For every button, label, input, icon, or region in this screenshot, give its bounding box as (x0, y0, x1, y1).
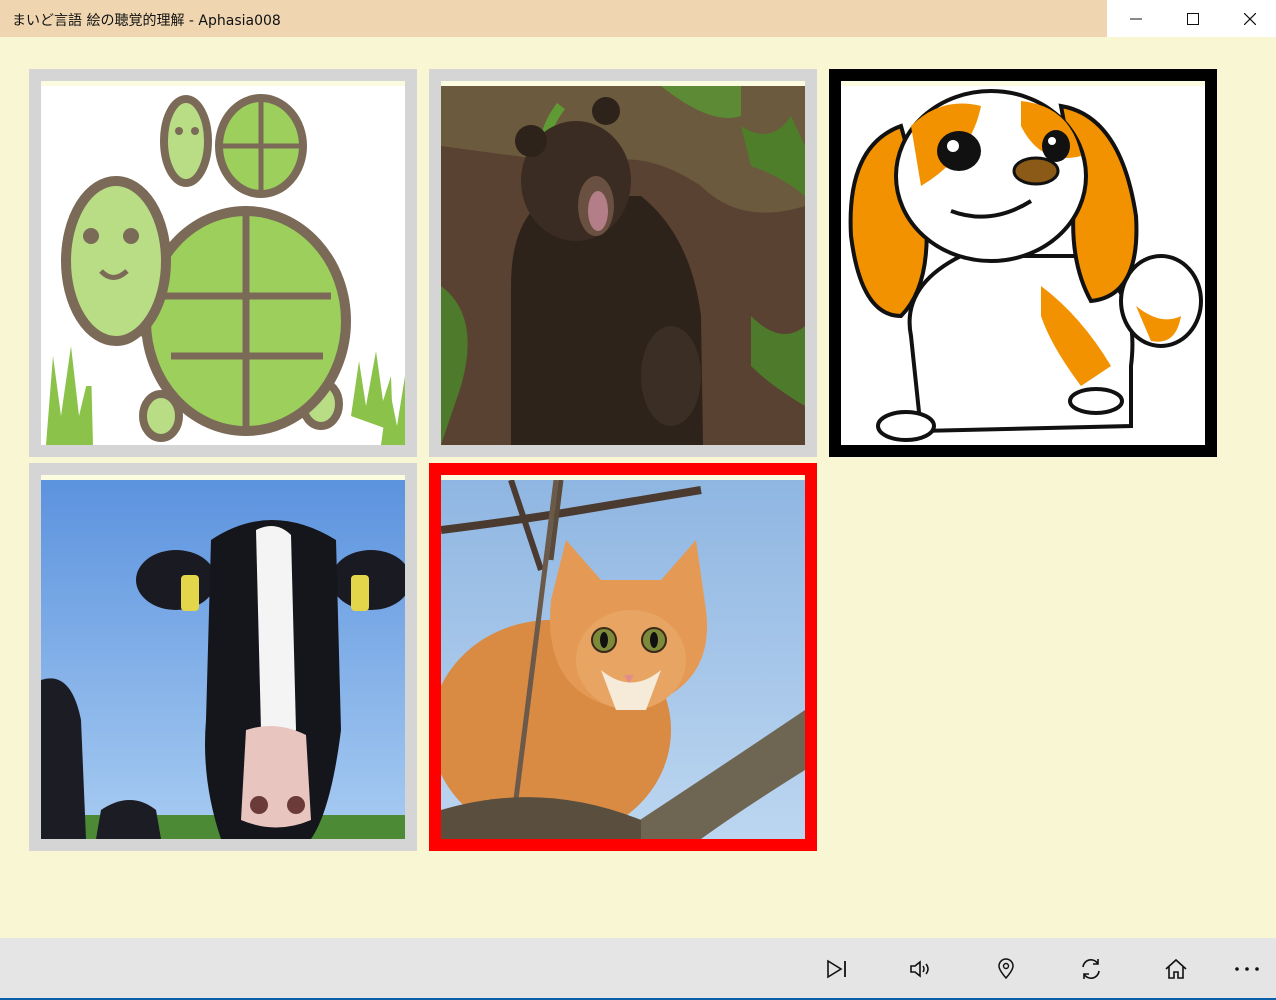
map-pin-icon (998, 958, 1014, 980)
skip-next-button[interactable] (817, 952, 857, 986)
close-icon (1243, 12, 1256, 25)
minimize-icon (1129, 18, 1142, 19)
minimize-button[interactable] (1107, 0, 1164, 37)
close-button[interactable] (1221, 0, 1276, 37)
refresh-icon (1082, 959, 1100, 979)
picture-tile-cat[interactable] (429, 463, 817, 851)
title-area[interactable]: まいど言語 絵の聴覚的理解 - Aphasia008 (0, 0, 1107, 37)
cat-picture (441, 480, 805, 839)
speaker-button[interactable] (901, 952, 941, 986)
maximize-icon (1186, 12, 1199, 25)
home-icon (1165, 958, 1187, 979)
home-button[interactable] (1156, 952, 1196, 986)
picture-tile-dog[interactable] (829, 69, 1217, 457)
refresh-button[interactable] (1071, 952, 1111, 986)
window-title: まいど言語 絵の聴覚的理解 - Aphasia008 (12, 13, 281, 29)
picture-tile-turtle[interactable] (29, 69, 417, 457)
command-bar (0, 938, 1276, 1000)
picture-tile-cow[interactable] (29, 463, 417, 851)
maximize-button[interactable] (1164, 0, 1221, 37)
bear-picture (441, 86, 805, 445)
picture-tile-bear[interactable] (429, 69, 817, 457)
more-icon (1235, 967, 1259, 971)
cow-picture (41, 480, 405, 839)
dog-picture (841, 86, 1205, 445)
title-bar: まいど言語 絵の聴覚的理解 - Aphasia008 (0, 0, 1276, 37)
more-button[interactable] (1227, 952, 1267, 986)
skip-next-icon (827, 959, 846, 979)
speaker-icon (910, 960, 929, 978)
turtle-picture (41, 86, 405, 445)
location-button[interactable] (986, 952, 1026, 986)
